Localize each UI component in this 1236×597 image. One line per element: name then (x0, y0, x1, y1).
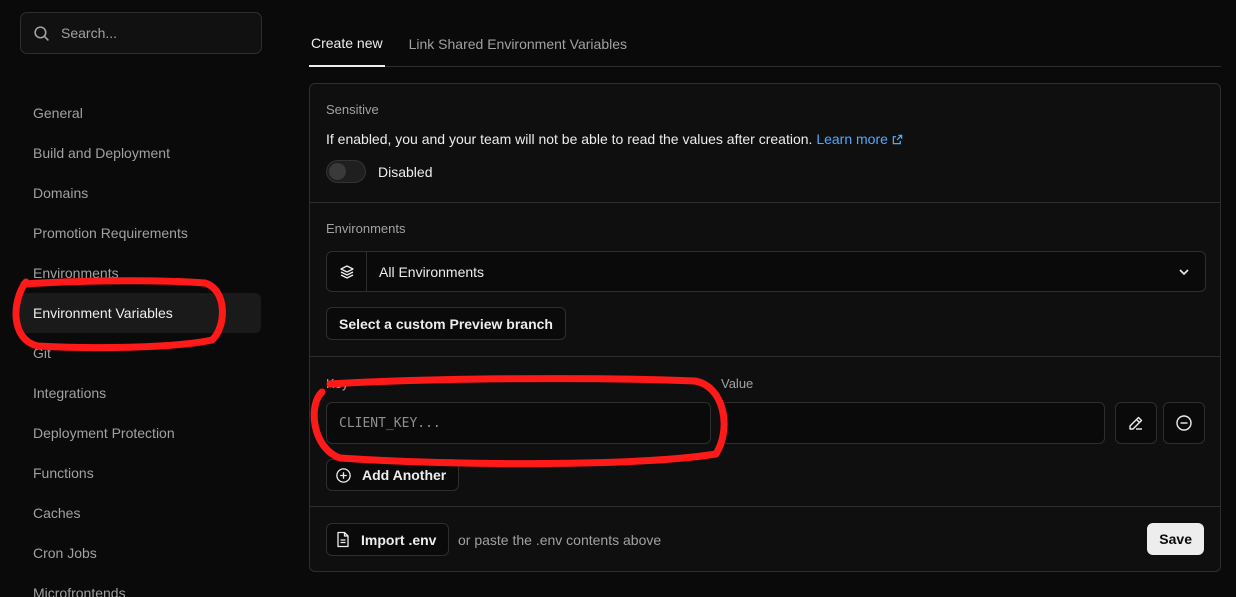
save-button[interactable]: Save (1147, 523, 1204, 555)
key-input[interactable] (327, 403, 710, 443)
sidebar-item-deployment-protection[interactable]: Deployment Protection (20, 413, 261, 453)
settings-nav: General Build and Deployment Domains Pro… (20, 93, 261, 597)
footer-section: Import .env or paste the .env contents a… (310, 507, 1220, 571)
environments-selected-value: All Environments (379, 263, 485, 280)
sidebar-item-integrations[interactable]: Integrations (20, 373, 261, 413)
edit-value-button[interactable] (1115, 402, 1157, 444)
sidebar-item-environments[interactable]: Environments (20, 253, 261, 293)
tab-link-shared-env-vars[interactable]: Link Shared Environment Variables (407, 20, 629, 67)
tab-bar: Create new Link Shared Environment Varia… (309, 20, 1221, 67)
sensitive-toggle[interactable] (326, 160, 366, 183)
key-field[interactable] (326, 402, 711, 444)
pencil-icon (1129, 416, 1143, 430)
learn-more-label: Learn more (816, 131, 888, 147)
sensitive-description-text: If enabled, you and your team will not b… (326, 131, 813, 147)
sidebar-item-cron-jobs[interactable]: Cron Jobs (20, 533, 261, 573)
search-box[interactable] (20, 12, 262, 54)
value-field[interactable] (721, 402, 1105, 444)
paste-hint-text: or paste the .env contents above (458, 532, 662, 548)
sidebar-item-microfrontends[interactable]: Microfrontends (20, 573, 261, 597)
plus-circle-icon (336, 467, 351, 483)
value-label: Value (721, 376, 754, 391)
environments-select[interactable]: All Environments (326, 251, 1206, 292)
key-label: Key (326, 376, 349, 391)
sidebar-item-domains[interactable]: Domains (20, 173, 261, 213)
search-icon (34, 25, 49, 41)
toggle-state-label: Disabled (378, 164, 433, 180)
sidebar-item-functions[interactable]: Functions (20, 453, 261, 493)
sidebar-item-general[interactable]: General (20, 93, 261, 133)
minus-circle-icon (1176, 415, 1192, 431)
sidebar-item-environment-variables[interactable]: Environment Variables (20, 293, 261, 333)
learn-more-link[interactable]: Learn more (816, 131, 903, 147)
env-icon-box (327, 252, 367, 291)
layers-icon (339, 264, 354, 279)
add-another-label: Add Another (362, 467, 447, 483)
sidebar-item-build-and-deployment[interactable]: Build and Deployment (20, 133, 261, 173)
search-input[interactable] (61, 25, 241, 41)
external-link-icon (892, 134, 903, 145)
sidebar-item-git[interactable]: Git (20, 333, 261, 373)
remove-variable-button[interactable] (1163, 402, 1205, 444)
add-another-button[interactable]: Add Another (326, 459, 460, 491)
sidebar-item-caches[interactable]: Caches (20, 493, 261, 533)
tab-create-new[interactable]: Create new (309, 20, 385, 67)
environments-label: Environments (326, 221, 406, 236)
environments-section: Environments All Environments Select a c… (310, 203, 1220, 357)
chevron-down-icon (1179, 268, 1189, 275)
variables-section: Key Value Add Another (310, 357, 1220, 507)
sensitive-description: If enabled, you and your team will not b… (326, 131, 903, 147)
env-var-form-card: Sensitive If enabled, you and your team … (309, 83, 1221, 572)
sidebar-item-promotion-requirements[interactable]: Promotion Requirements (20, 213, 261, 253)
import-env-button[interactable]: Import .env (326, 523, 450, 556)
import-env-label: Import .env (361, 531, 437, 548)
select-preview-branch-button[interactable]: Select a custom Preview branch (326, 307, 566, 340)
file-icon (337, 531, 349, 548)
toggle-knob (329, 163, 346, 180)
sensitive-section: Sensitive If enabled, you and your team … (310, 84, 1220, 203)
value-input[interactable] (722, 403, 1104, 443)
sensitive-label: Sensitive (326, 102, 379, 117)
